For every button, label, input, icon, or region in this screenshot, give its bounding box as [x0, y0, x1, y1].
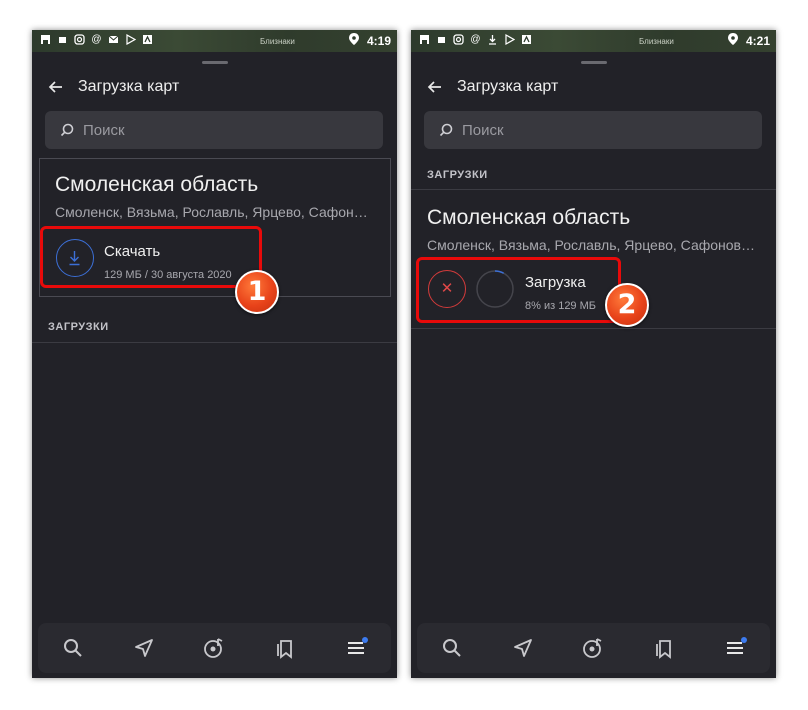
instagram-icon	[74, 34, 85, 45]
nav-search[interactable]	[38, 623, 109, 673]
notification-icon	[40, 34, 51, 45]
search-input[interactable]	[462, 111, 742, 149]
header: Загрузка карт	[411, 70, 776, 106]
page-title: Загрузка карт	[78, 78, 180, 95]
nav-menu[interactable]	[699, 623, 770, 673]
region-cities: Смоленск, Вязьма, Рославль, Ярцево, Сафо…	[55, 204, 368, 220]
at-sign-icon: @	[470, 34, 481, 45]
divider	[32, 342, 397, 343]
play-store-icon	[504, 34, 515, 45]
nav-navigation[interactable]	[109, 623, 180, 673]
highlight-box-1	[40, 226, 262, 288]
section-label-downloads: ЗАГРУЗКИ	[427, 169, 488, 181]
region-title: Смоленская область	[427, 206, 631, 229]
search-icon	[438, 122, 454, 138]
nav-search[interactable]	[417, 623, 488, 673]
back-arrow-icon[interactable]	[46, 77, 66, 97]
region-title: Смоленская область	[55, 173, 259, 196]
menu-icon	[347, 637, 368, 654]
location-icon	[348, 33, 359, 48]
bookmarks-icon	[656, 640, 671, 659]
map-label: Близнаки	[260, 37, 295, 46]
download-status-icon	[487, 34, 498, 45]
back-arrow-icon[interactable]	[425, 77, 445, 97]
phone-screen-2: @ Близнаки 4:21 Загрузка карт ЗАГРУЗКИ С…	[411, 30, 776, 678]
search-input[interactable]	[83, 111, 363, 149]
sheet-handle[interactable]	[201, 61, 228, 64]
nav-music[interactable]	[179, 623, 250, 673]
status-bar: @ Близнаки 4:19	[32, 30, 397, 52]
highlight-box-2	[416, 257, 621, 323]
search-bar[interactable]	[45, 111, 383, 149]
clock: 4:19	[366, 33, 391, 48]
notification-icon	[419, 34, 430, 45]
nav-navigation[interactable]	[488, 623, 559, 673]
navigation-arrow-icon	[134, 639, 153, 657]
phone-screen-1: @ Близнаки 4:19 Загрузка карт Смоленская…	[32, 30, 397, 678]
map-label: Близнаки	[639, 37, 674, 46]
app-icon	[142, 34, 153, 45]
music-icon	[204, 638, 223, 658]
step-badge-2: 2	[605, 283, 649, 327]
nav-music[interactable]	[558, 623, 629, 673]
instagram-icon	[453, 34, 464, 45]
music-icon	[583, 638, 602, 658]
app-icon	[521, 34, 532, 45]
bottom-nav	[38, 623, 391, 673]
location-icon	[727, 33, 738, 48]
divider	[411, 328, 776, 329]
bookmarks-icon	[277, 640, 292, 659]
at-sign-icon: @	[91, 34, 102, 45]
divider	[411, 189, 776, 190]
stop-icon	[57, 34, 68, 45]
bottom-nav	[417, 623, 770, 673]
search-icon	[443, 639, 462, 657]
search-icon	[59, 122, 75, 138]
menu-icon	[726, 637, 747, 654]
status-bar: @ Близнаки 4:21	[411, 30, 776, 52]
region-cities: Смоленск, Вязьма, Рославль, Ярцево, Сафо…	[427, 237, 755, 253]
section-label-downloads: ЗАГРУЗКИ	[48, 321, 109, 333]
page-title: Загрузка карт	[457, 78, 559, 95]
header: Загрузка карт	[32, 70, 397, 106]
nav-bookmarks[interactable]	[250, 623, 321, 673]
stop-icon	[436, 34, 447, 45]
search-icon	[64, 639, 83, 657]
clock: 4:21	[745, 33, 770, 48]
sheet-handle[interactable]	[580, 61, 607, 64]
nav-menu[interactable]	[320, 623, 391, 673]
mail-icon	[108, 34, 119, 45]
navigation-arrow-icon	[513, 639, 532, 657]
step-badge-1: 1	[235, 270, 279, 314]
play-store-icon	[125, 34, 136, 45]
search-bar[interactable]	[424, 111, 762, 149]
nav-bookmarks[interactable]	[629, 623, 700, 673]
